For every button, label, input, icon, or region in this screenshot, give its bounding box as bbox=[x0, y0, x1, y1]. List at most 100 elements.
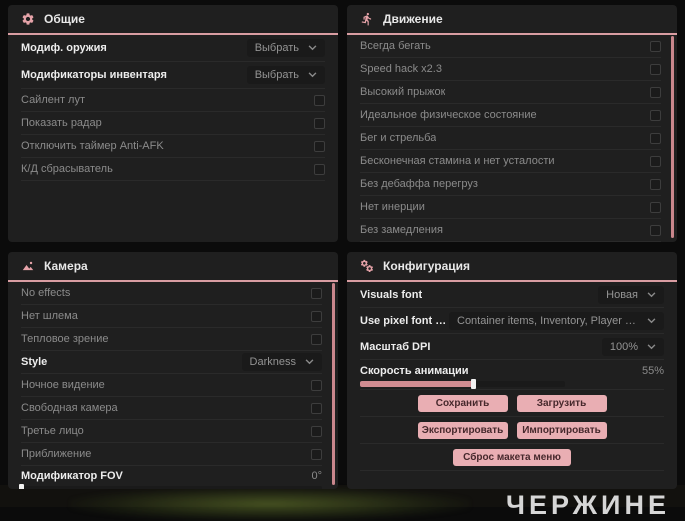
config-button-row: Экспортировать Импортировать bbox=[360, 417, 664, 444]
row-label: Нет шлема bbox=[21, 310, 78, 322]
row-label: К/Д сбрасыватель bbox=[21, 163, 113, 175]
settings-row: К/Д сбрасыватель bbox=[21, 158, 325, 181]
dropdown-value: 100% bbox=[609, 340, 638, 353]
row-label: Скорость анимации bbox=[360, 364, 469, 377]
slider-handle[interactable] bbox=[19, 484, 24, 489]
visuals-font-dropdown[interactable]: Новая bbox=[598, 285, 664, 304]
export-button[interactable]: Экспортировать bbox=[417, 421, 508, 439]
checkbox[interactable] bbox=[314, 94, 325, 106]
panel-config-header: Конфигурация bbox=[347, 252, 677, 280]
settings-row: Третье лицо bbox=[21, 420, 322, 443]
settings-row: Свободная камера bbox=[21, 397, 322, 420]
inventory-mods-dropdown[interactable]: Выбрать bbox=[246, 66, 325, 84]
movement-scrollbar[interactable] bbox=[671, 36, 674, 238]
checkbox[interactable] bbox=[650, 155, 661, 167]
fov-slider-header: Модификатор FOV 0° bbox=[21, 468, 322, 483]
settings-row: Без замедления bbox=[360, 219, 661, 242]
row-label: Сайлент лут bbox=[21, 94, 85, 106]
slider-handle[interactable] bbox=[470, 379, 476, 389]
panel-config: Конфигурация Visuals font Новая Use pixe… bbox=[347, 252, 677, 489]
checkbox[interactable] bbox=[314, 163, 325, 175]
panel-title: Конфигурация bbox=[383, 259, 471, 273]
fov-value: 0° bbox=[311, 469, 322, 482]
settings-row: Приближение bbox=[21, 443, 322, 466]
row-label: Масштаб DPI bbox=[360, 340, 431, 353]
settings-row: Use pixel font for Container items, Inve… bbox=[360, 308, 664, 334]
gear-icon bbox=[21, 12, 35, 26]
chevron-down-icon bbox=[647, 317, 656, 324]
row-label: Style bbox=[21, 356, 48, 368]
fov-modifier-slider[interactable] bbox=[19, 484, 322, 489]
camera-scrollbar[interactable] bbox=[332, 283, 335, 485]
checkbox[interactable] bbox=[311, 310, 322, 322]
checkbox[interactable] bbox=[311, 379, 322, 391]
save-button[interactable]: Сохранить bbox=[417, 394, 508, 412]
settings-row: Сайлент лут bbox=[21, 89, 325, 112]
row-label: Свободная камера bbox=[21, 402, 118, 414]
row-label: No effects bbox=[21, 287, 71, 299]
checkbox[interactable] bbox=[650, 224, 661, 236]
checkbox[interactable] bbox=[650, 109, 661, 121]
checkbox[interactable] bbox=[311, 425, 322, 437]
fov-modifier-row: Модификатор FOV 0° bbox=[19, 466, 322, 489]
settings-row: Нет шлема bbox=[21, 305, 322, 328]
pixel-font-dropdown[interactable]: Container items, Inventory, Player flags… bbox=[449, 311, 664, 330]
load-button[interactable]: Загрузить bbox=[516, 394, 607, 412]
import-button[interactable]: Импортировать bbox=[516, 421, 607, 439]
dropdown-value: Новая bbox=[606, 288, 638, 301]
chevron-down-icon bbox=[647, 291, 656, 298]
settings-row: Speed hack x2.3 bbox=[360, 58, 661, 81]
checkbox[interactable] bbox=[311, 333, 322, 345]
row-label: Третье лицо bbox=[21, 425, 84, 437]
image-icon bbox=[21, 259, 35, 273]
panel-general-header: Общие bbox=[8, 5, 338, 33]
row-label: Speed hack x2.3 bbox=[360, 63, 442, 75]
config-button-row: Сброс макета меню bbox=[360, 444, 664, 471]
checkbox[interactable] bbox=[311, 448, 322, 460]
checkbox[interactable] bbox=[650, 63, 661, 75]
dpi-scale-dropdown[interactable]: 100% bbox=[601, 337, 664, 356]
checkbox[interactable] bbox=[311, 287, 322, 299]
checkbox[interactable] bbox=[650, 40, 661, 52]
settings-row: Бесконечная стамина и нет усталости bbox=[360, 150, 661, 173]
row-label: Без замедления bbox=[360, 224, 443, 236]
checkbox[interactable] bbox=[650, 201, 661, 213]
row-label: Приближение bbox=[21, 448, 92, 460]
slider-fill bbox=[360, 379, 476, 389]
animation-speed-slider[interactable] bbox=[360, 379, 565, 389]
settings-row: Всегда бегать bbox=[360, 35, 661, 58]
row-label: Ночное видение bbox=[21, 379, 105, 391]
reset-menu-layout-button[interactable]: Сброс макета меню bbox=[453, 448, 571, 466]
settings-row: Модификаторы инвентаря Выбрать bbox=[21, 62, 325, 89]
chevron-down-icon bbox=[308, 45, 317, 51]
row-label: Модификатор FOV bbox=[21, 469, 123, 482]
style-dropdown[interactable]: Darkness bbox=[241, 353, 322, 371]
settings-row: Отключить таймер Anti-AFK bbox=[21, 135, 325, 158]
checkbox[interactable] bbox=[314, 140, 325, 152]
chevron-down-icon bbox=[305, 359, 314, 365]
row-label: Без дебаффа перегруз bbox=[360, 178, 478, 190]
checkbox[interactable] bbox=[650, 86, 661, 98]
checkbox[interactable] bbox=[650, 132, 661, 144]
checkbox[interactable] bbox=[314, 117, 325, 129]
config-button-row: Сохранить Загрузить bbox=[360, 390, 664, 417]
chevron-down-icon bbox=[308, 72, 317, 78]
animation-slider-header: Скорость анимации 55% bbox=[360, 363, 664, 378]
settings-row: Идеальное физическое состояние bbox=[360, 104, 661, 127]
settings-row: Style Darkness bbox=[21, 351, 322, 374]
chevron-down-icon bbox=[647, 343, 656, 350]
checkbox[interactable] bbox=[311, 402, 322, 414]
row-label: Отключить таймер Anti-AFK bbox=[21, 140, 164, 152]
dropdown-value: Container items, Inventory, Player flags… bbox=[457, 314, 638, 327]
animation-speed-value: 55% bbox=[641, 364, 664, 377]
checkbox[interactable] bbox=[650, 178, 661, 190]
settings-row: Без дебаффа перегруз bbox=[360, 173, 661, 196]
watermark-text: ЧЕРЖИНЕ bbox=[506, 490, 670, 520]
gears-icon bbox=[360, 259, 374, 273]
dropdown-value: Darkness bbox=[249, 356, 296, 368]
weapon-mod-dropdown[interactable]: Выбрать bbox=[246, 39, 325, 57]
animation-speed-row: Скорость анимации 55% bbox=[360, 360, 664, 390]
settings-row: No effects bbox=[21, 282, 322, 305]
settings-row: Бег и стрельба bbox=[360, 127, 661, 150]
panel-movement: Движение Всегда бегать Speed hack x2.3 В… bbox=[347, 5, 677, 242]
